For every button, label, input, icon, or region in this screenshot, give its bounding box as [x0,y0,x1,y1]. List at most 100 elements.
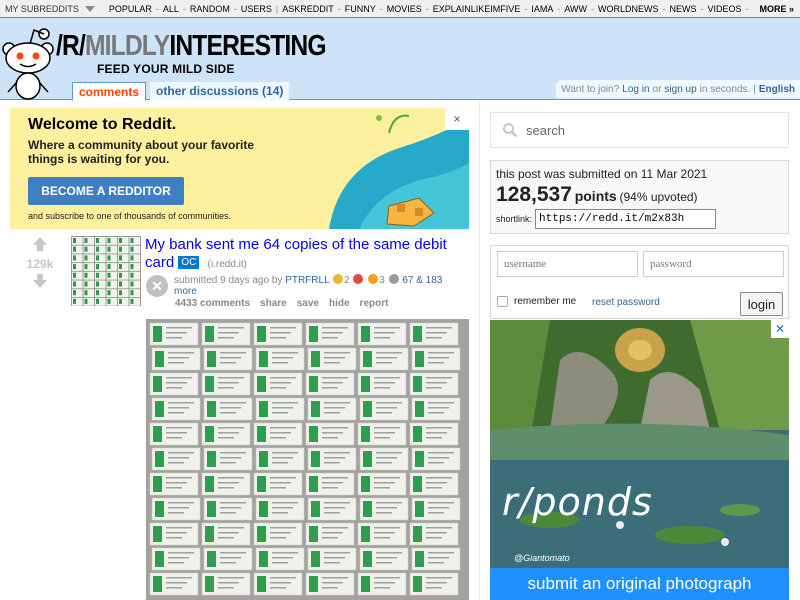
separator: - [557,3,561,14]
remember-me-row[interactable]: remember me [497,296,576,307]
password-field[interactable] [643,251,784,277]
award-count-1: 2 [344,275,350,286]
userbar-or-text: or [652,83,662,95]
debit-card-mailers-image [149,322,461,596]
sr-end: INTERESTING [169,30,326,62]
separator: - [182,3,186,14]
srbar-link-all[interactable]: ALL [163,4,179,14]
close-ad-button[interactable]: ✕ [771,320,789,338]
downvote-arrow-icon[interactable] [32,273,48,289]
language-link[interactable]: English [759,84,795,95]
more-subreddits-button[interactable]: MORE » [751,0,800,17]
srbar-link-random[interactable]: RANDOM [190,4,230,14]
welcome-title: Welcome to Reddit. [28,116,177,133]
report-link[interactable]: report [360,298,389,309]
srbar-subreddit-explainlikeimfive[interactable]: EXPLAINLIKEIMFIVE [433,4,521,14]
reddit-snoo-logo[interactable] [0,22,56,100]
tab-comments[interactable]: comments [72,82,147,101]
post-buttons: 4433 comments share save hide report [175,298,388,309]
separator: - [700,3,704,14]
srbar-subreddit-news[interactable]: NEWS [670,4,697,14]
separator: | [275,3,279,14]
srbar-subreddit-iama[interactable]: IAMA [531,4,553,14]
hide-link[interactable]: hide [329,298,350,309]
separator: - [425,3,429,14]
sr-prefix: /R/ [56,30,86,62]
post-thumbnail[interactable] [71,236,141,306]
my-subreddits-label: MY SUBREDDITS [5,3,79,14]
header: /R/MILDLYINTERESTING FEED YOUR MILD SIDE… [0,18,800,101]
expando-close-icon[interactable]: ✕ [146,275,168,297]
remember-me-checkbox[interactable] [497,296,508,307]
srbar-subreddit-videos[interactable]: VIDEOS [708,4,742,14]
userbar-seconds-text: in seconds. [699,83,751,95]
search-input[interactable] [526,122,766,138]
thumbnail-image [71,236,141,306]
award-count-3[interactable]: 67 [402,275,413,286]
subreddit-name[interactable]: /R/MILDLYINTERESTING [56,30,327,63]
srbar-subreddit-worldnews[interactable]: WORLDNEWS [598,4,659,14]
ad-caption[interactable]: submit an original photograph [490,568,789,600]
srbar-subreddit-funny[interactable]: FUNNY [345,4,376,14]
separator: - [337,3,341,14]
link-info-box: this post was submitted on 11 Mar 2021 1… [490,160,789,234]
ad-credit: @Giantomato [514,553,570,563]
submitted-text: submitted 9 days ago by [174,275,283,286]
welcome-banner: Welcome to Reddit. Where a community abo… [10,108,469,229]
my-subreddits-dropdown[interactable]: MY SUBREDDITS [0,4,99,14]
close-banner-button[interactable]: × [445,108,469,130]
separator: - [591,3,594,14]
post-title-block: My bank sent me 64 copies of the same de… [145,236,465,274]
login-button[interactable]: login [740,292,783,316]
author-link[interactable]: PTRFRLL [285,275,329,286]
userbar-want-text: Want to join? [561,83,620,95]
comments-link[interactable]: 4433 comments [175,298,250,309]
username-field[interactable] [497,251,638,277]
award-wholesome-icon [353,274,364,284]
chevron-down-icon [84,5,95,12]
subreddit-list: POPULAR - ALL - RANDOM - USERS | ASKREDDIT - FUNNY… [99,4,759,14]
shortlink-row: shortlink: [496,209,783,229]
subreddit-tagline: FEED YOUR MILD SIDE [97,62,235,76]
banner-illustration [329,114,469,229]
sidebar-ad[interactable]: r/ponds @Giantomato submit an original p… [490,320,789,600]
award-helpful-icon [333,274,344,284]
welcome-subscribe-text: and subscribe to one of thousands of com… [28,211,232,221]
separator: - [662,3,666,14]
reset-password-link[interactable]: reset password [592,297,660,308]
post-expanded-image[interactable] [146,319,469,600]
srbar-subreddit-aww[interactable]: AWW [564,4,587,14]
become-redditor-button[interactable]: BECOME A REDDITOR [28,177,184,205]
points-line: 128,537 points (94% upvoted) [496,183,783,207]
srbar-link-popular[interactable]: POPULAR [109,4,152,14]
post-domain[interactable]: (i.redd.it) [208,259,247,270]
shortlink-label: shortlink: [496,214,533,224]
separator: - [524,3,528,14]
separator: - [233,3,237,14]
tab-other-discussions[interactable]: other discussions (14) [150,82,290,100]
save-link[interactable]: save [297,298,319,309]
shortlink-field[interactable] [535,209,717,229]
signup-link[interactable]: sign up [664,84,696,95]
user-bar: Want to join? Log in or sign up in secon… [556,80,800,98]
welcome-subtitle: Where a community about your favorite th… [28,138,255,166]
search-box [490,112,789,148]
award-gold-icon [368,274,379,284]
srbar-link-users[interactable]: USERS [241,4,272,14]
sr-mid: MILDLY [84,30,170,62]
login-link[interactable]: Log in [622,84,649,95]
separator: - [379,3,383,14]
vote-column: 129k [22,236,58,292]
tabmenu: comments other discussions (14) [72,82,290,101]
srbar-subreddit-askreddit[interactable]: ASKREDDIT [282,4,334,14]
post-tagline: submitted 9 days ago by PTRFRLL 2 3 67 &… [174,274,466,297]
points-label: points [574,188,617,204]
post-score: 129k [26,257,54,271]
search-icon [503,123,518,138]
upvote-arrow-icon[interactable] [32,236,48,252]
srbar-subreddit-movies[interactable]: MOVIES [387,4,422,14]
separator: - [155,3,159,14]
share-link[interactable]: share [260,298,287,309]
sidebar-divider [479,100,480,600]
remember-me-label: remember me [514,296,577,307]
